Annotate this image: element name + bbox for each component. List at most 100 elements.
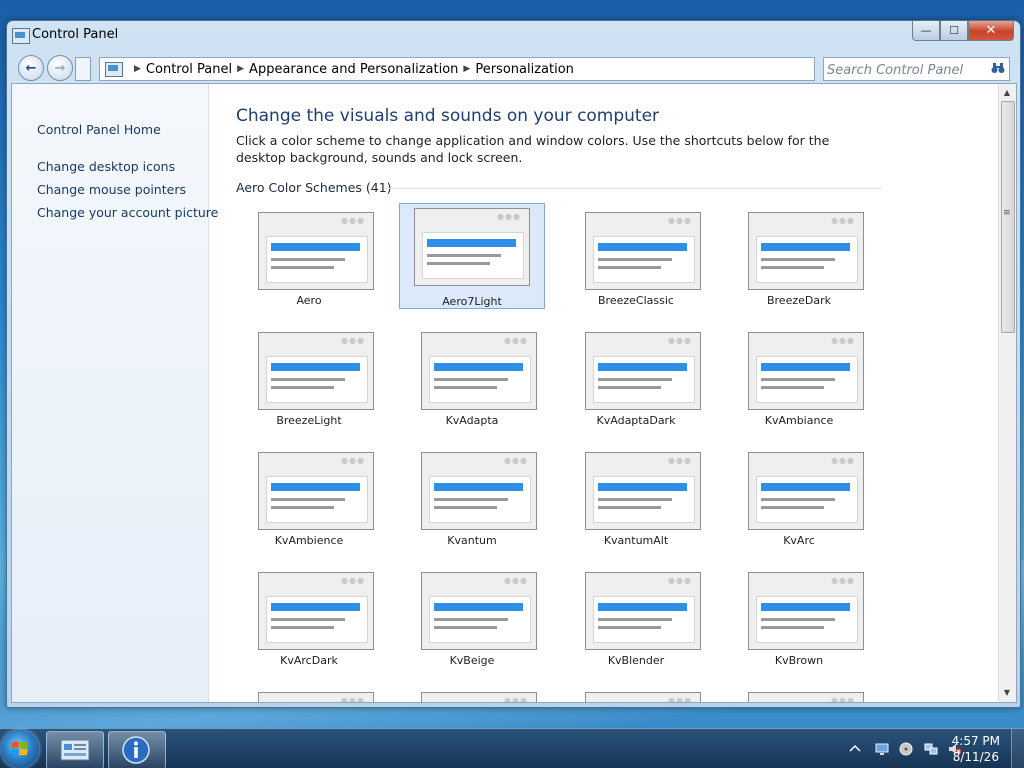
color-scheme-tile[interactable]: ●●● KvBrown [726,568,872,672]
preview-accent-bar [598,483,687,491]
color-scheme-preview: ●●● [414,208,530,286]
preview-line [761,626,824,629]
preview-window [756,236,858,283]
color-scheme-tile[interactable]: ●●● [399,688,545,702]
window-controls-icon: ●●● [831,456,855,465]
system-tray: 4:57 PM 8/11/26 [824,729,1024,768]
preview-window [266,596,368,643]
color-scheme-label: BreezeDark [766,294,831,307]
color-scheme-tile[interactable]: ●●● BreezeLight [236,328,382,432]
binoculars-search-icon[interactable] [991,62,1005,74]
back-button[interactable]: ← [18,55,44,81]
color-scheme-tile[interactable]: ●●● BreezeDark [726,208,872,312]
preview-line [434,378,508,381]
control-panel-home-link[interactable]: Control Panel Home [37,122,161,137]
color-scheme-tile[interactable]: ●●● [563,688,709,703]
preview-line [271,506,334,509]
window-controls-icon: ●●● [831,576,855,585]
color-scheme-tile[interactable]: ●●● Aero7Light [399,203,545,309]
network-icon[interactable] [924,742,938,756]
monitor-icon[interactable] [875,742,889,756]
color-scheme-preview: ●●● [421,572,537,650]
window-controls-icon: ●●● [341,216,365,225]
chevron-right-icon[interactable]: ▶ [237,64,244,74]
minimize-button[interactable]: — [912,21,940,41]
color-scheme-label: KvAdaptaDark [596,414,676,427]
color-scheme-tile[interactable]: ●●● Aero [236,208,382,312]
preview-window [593,236,695,283]
color-scheme-tile[interactable]: ●●● BreezeClassic [563,208,709,312]
scrollbar-thumb[interactable] [1001,101,1015,333]
preview-accent-bar [598,363,687,371]
color-scheme-tile[interactable]: ●●● Kvantum [399,448,545,552]
control-panel-icon [60,739,90,761]
disc-icon[interactable] [899,742,913,756]
color-scheme-tile[interactable]: ●●● KvBeige [399,568,545,672]
chevron-right-icon[interactable]: ▶ [463,64,470,74]
color-scheme-preview: ●●● [748,332,864,410]
color-scheme-preview: ●●● [585,212,701,290]
page-title: Change the visuals and sounds on your co… [236,106,660,126]
forward-button[interactable]: → [47,55,73,81]
taskbar-control-panel-button[interactable] [46,731,104,768]
color-scheme-preview: ●●● [748,212,864,290]
change-mouse-pointers-link[interactable]: Change mouse pointers [37,182,186,197]
breadcrumb-control-panel[interactable]: Control Panel [146,62,232,77]
color-scheme-label: KvBeige [449,654,495,667]
start-button[interactable] [1,730,39,768]
color-scheme-tile[interactable]: ●●● KvAmbiance [726,328,872,432]
preview-line [598,378,672,381]
preview-line [598,266,661,269]
title-bar[interactable]: Control Panel — ☐ ✕ [7,21,1020,49]
control-panel-window: Control Panel — ☐ ✕ ← → ▶ Control Panel … [6,20,1021,708]
scroll-up-arrow-icon[interactable]: ▲ [1001,87,1013,99]
search-input[interactable] [824,58,989,82]
maximize-button[interactable]: ☐ [940,21,968,41]
color-scheme-preview: ●●● [258,212,374,290]
preview-accent-bar [761,603,850,611]
preview-line [598,506,661,509]
clock[interactable]: 4:57 PM 8/11/26 [952,733,1000,765]
preview-window [593,476,695,523]
window-controls-icon: ●●● [668,336,692,345]
color-scheme-tile[interactable]: ●●● KvAdaptaDark [563,328,709,432]
change-account-picture-link[interactable]: Change your account picture [37,205,218,220]
preview-line [271,626,334,629]
color-scheme-tile[interactable]: ●●● [236,688,382,702]
color-scheme-tile[interactable]: ●●● KvArc [726,448,872,552]
show-desktop-button[interactable] [1011,729,1024,768]
preview-accent-bar [761,363,850,371]
preview-accent-bar [761,483,850,491]
preview-line [271,386,334,389]
close-button[interactable]: ✕ [968,21,1014,41]
preview-line [427,262,490,265]
color-scheme-tile[interactable]: ●●● KvantumAlt [563,448,709,552]
taskbar-info-button[interactable] [108,731,166,768]
caption-buttons: — ☐ ✕ [912,21,1014,41]
address-bar[interactable]: ▶ Control Panel ▶ Appearance and Persona… [99,57,815,81]
recent-pages-dropdown[interactable] [75,57,91,81]
color-scheme-tile[interactable]: ●●● [726,688,872,702]
preview-line [598,386,661,389]
breadcrumb-personalization[interactable]: Personalization [475,62,574,77]
color-scheme-tile[interactable]: ●●● KvAmbience [236,448,382,552]
main-pane: Change the visuals and sounds on your co… [209,84,998,702]
color-scheme-label: KvAmbiance [764,414,834,427]
preview-line [271,498,345,501]
color-scheme-tile[interactable]: ●●● KvBlender [563,568,709,672]
color-scheme-label: KvArc [783,534,815,547]
preview-line [434,386,497,389]
vertical-scrollbar[interactable]: ▲ ▼ [998,84,1016,702]
scroll-down-arrow-icon[interactable]: ▼ [1001,687,1013,699]
color-scheme-tile[interactable]: ●●● KvAdapta [399,328,545,432]
chevron-up-icon[interactable] [848,742,862,756]
window-controls-icon: ●●● [668,696,692,703]
color-scheme-tile[interactable]: ●●● KvArcDark [236,568,382,672]
color-scheme-preview: ●●● [748,692,864,702]
preview-line [271,378,345,381]
preview-line [434,498,508,501]
breadcrumb-appearance[interactable]: Appearance and Personalization [249,62,458,77]
preview-line [761,498,835,501]
change-desktop-icons-link[interactable]: Change desktop icons [37,159,175,174]
color-scheme-label: KvAdapta [445,414,499,427]
